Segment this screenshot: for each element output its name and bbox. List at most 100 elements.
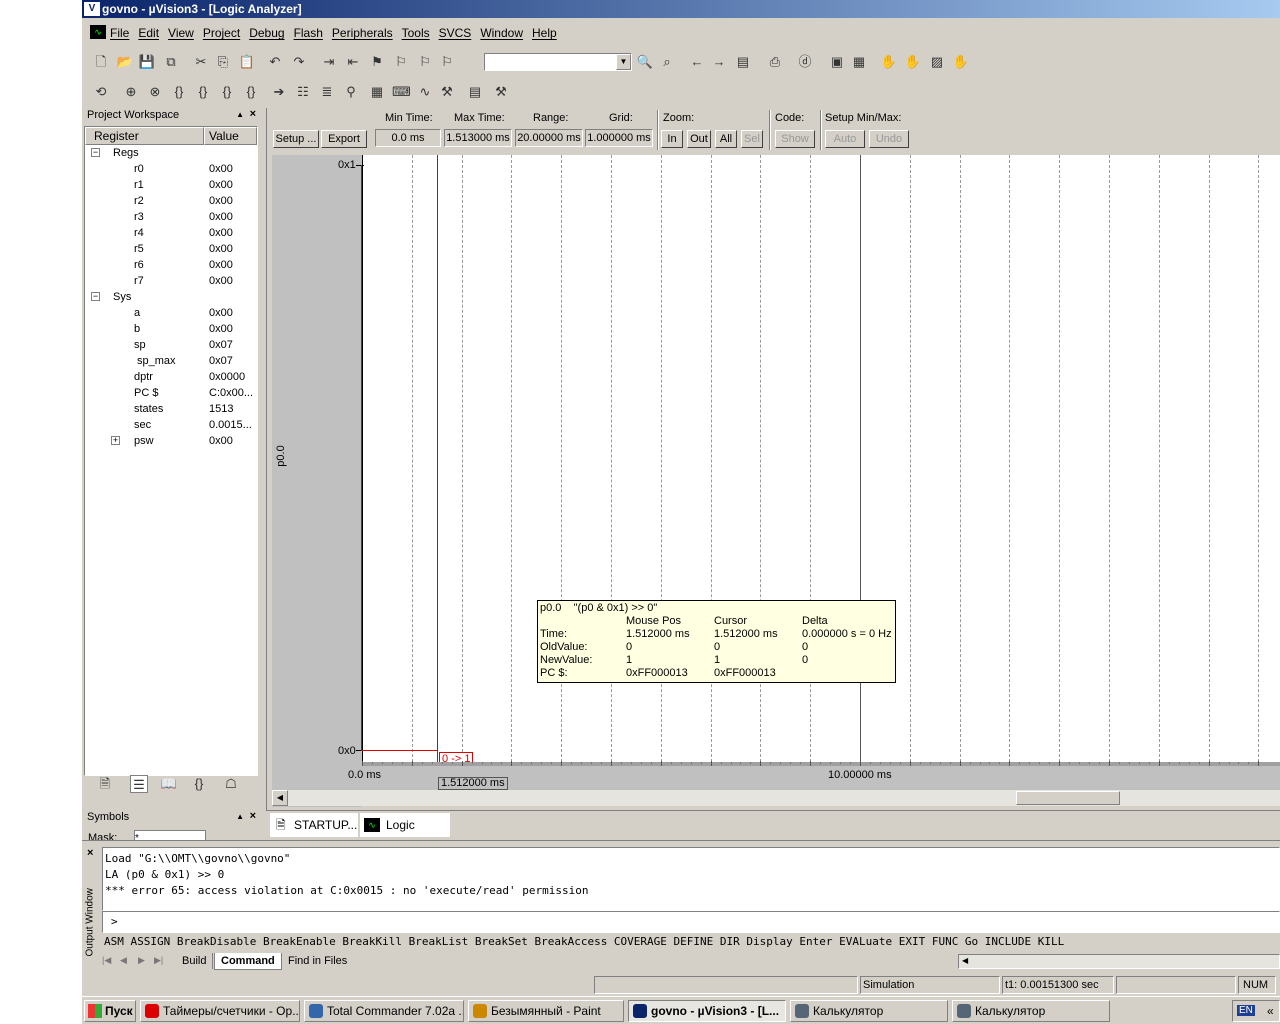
zoom-all-button[interactable]: All — [715, 130, 737, 148]
register-row[interactable]: r2 0x00 — [85, 193, 255, 209]
menu-debug[interactable]: Debug — [249, 26, 284, 40]
hand4-icon[interactable]: ✋ — [952, 53, 970, 71]
templates-tab-icon[interactable]: ☖ — [222, 775, 240, 793]
forward-icon[interactable]: → — [710, 53, 728, 71]
menu-file[interactable]: File — [110, 26, 129, 40]
prev-page-icon[interactable]: ◀ — [120, 955, 127, 966]
output-text[interactable]: Load "G:\\OMT\\govno\\govno" LA (p0 & 0x… — [102, 847, 1280, 911]
collapse-icon[interactable]: − — [91, 148, 100, 157]
find-in-files-icon[interactable]: ⌕ — [658, 53, 676, 71]
outdent-icon[interactable]: ⇤ — [344, 53, 362, 71]
redo-icon[interactable]: ↷ — [290, 53, 308, 71]
watch-icon[interactable]: ⚲ — [342, 83, 360, 101]
view-icon[interactable]: ▦ — [850, 53, 868, 71]
reset-icon[interactable]: ⟲ — [92, 83, 110, 101]
undo-icon[interactable]: ↶ — [266, 53, 284, 71]
tree-group-regs[interactable]: − Regs — [85, 145, 255, 161]
files-tab-icon[interactable]: 🗎 — [96, 775, 114, 793]
output-hscroll[interactable]: ◀ — [958, 954, 1280, 969]
auto-button[interactable]: Auto — [825, 130, 865, 148]
debug-session-icon[interactable]: ⓓ — [796, 53, 814, 71]
step-over-icon[interactable]: {} — [194, 83, 212, 101]
taskbar-item[interactable]: Total Commander 7.02a ... — [304, 1000, 464, 1022]
column-header-value[interactable]: Value — [204, 127, 257, 145]
zoom-sel-button[interactable]: Sel — [741, 130, 763, 148]
register-row[interactable]: sp_max 0x07 — [85, 353, 255, 369]
functions-tab-icon[interactable]: {} — [190, 775, 208, 793]
hand3-icon[interactable]: ▨ — [928, 53, 946, 71]
mask-input[interactable] — [134, 830, 206, 840]
cut-icon[interactable]: ✂ — [192, 53, 210, 71]
hammer-icon[interactable]: ⚒ — [492, 83, 510, 101]
collapse-icon[interactable]: − — [91, 292, 100, 301]
taskbar-item[interactable]: Калькулятор — [952, 1000, 1110, 1022]
command-input[interactable]: > — [102, 911, 1280, 933]
menu-project[interactable]: Project — [203, 26, 240, 40]
tree-group-sys[interactable]: − Sys — [85, 289, 255, 305]
disassembly-icon[interactable]: ☷ — [294, 83, 312, 101]
register-row[interactable]: r4 0x00 — [85, 225, 255, 241]
new-file-icon[interactable]: 🗋 — [92, 53, 110, 71]
books-tab-icon[interactable]: 📖 — [160, 775, 178, 793]
menu-view[interactable]: View — [168, 26, 194, 40]
code-show-button[interactable]: Show — [775, 130, 815, 148]
bookmark-toggle-icon[interactable]: ⚑ — [368, 53, 386, 71]
code-icon[interactable]: ≣ — [318, 83, 336, 101]
taskbar-item[interactable]: Калькулятор — [790, 1000, 948, 1022]
run-icon[interactable]: ⊕ — [122, 83, 140, 101]
indent-icon[interactable]: ⇥ — [320, 53, 338, 71]
scroll-left-icon[interactable]: ◀ — [962, 956, 968, 965]
register-row[interactable]: dptr 0x0000 — [85, 369, 255, 385]
register-row[interactable]: b 0x00 — [85, 321, 255, 337]
register-row[interactable]: + psw 0x00 — [85, 433, 255, 449]
hand2-icon[interactable]: ✋ — [904, 53, 922, 71]
register-row[interactable]: r3 0x00 — [85, 209, 255, 225]
tab-build[interactable]: Build — [176, 953, 214, 969]
close-icon[interactable]: × — [87, 847, 93, 859]
column-header-register[interactable]: Register — [85, 127, 204, 145]
taskbar-item[interactable]: Таймеры/счетчики - Op... — [140, 1000, 300, 1022]
regs-tab-icon[interactable]: ☰ — [130, 775, 148, 793]
open-folder-icon[interactable]: 📂 — [116, 53, 134, 71]
tab-command[interactable]: Command — [214, 953, 282, 970]
pin-icon[interactable]: ▲ — [236, 810, 244, 824]
menu-peripherals[interactable]: Peripherals — [332, 26, 393, 40]
next-page-icon[interactable]: ▶ — [138, 955, 145, 966]
register-row[interactable]: sp 0x07 — [85, 337, 255, 353]
save-all-icon[interactable]: ⧉ — [162, 53, 180, 71]
tab-find-in-files[interactable]: Find in Files — [282, 953, 353, 969]
last-page-icon[interactable]: ▶| — [154, 955, 163, 966]
menu-edit[interactable]: Edit — [138, 26, 159, 40]
logic-analyzer-icon[interactable]: ∿ — [416, 83, 434, 101]
menu-window[interactable]: Window — [480, 26, 523, 40]
tray-expand-icon[interactable]: « — [1267, 1004, 1274, 1018]
language-indicator[interactable]: EN — [1237, 1005, 1255, 1016]
stop-icon[interactable]: ⊗ — [146, 83, 164, 101]
browse-icon[interactable]: ▤ — [734, 53, 752, 71]
register-row[interactable]: r6 0x00 — [85, 257, 255, 273]
memory-icon[interactable]: ▦ — [368, 83, 386, 101]
menu-svcs[interactable]: SVCS — [439, 26, 472, 40]
title-bar[interactable]: Vgovno - µVision3 - [Logic Analyzer] — [82, 0, 1280, 18]
toolbox-icon[interactable]: ⚒ — [438, 83, 456, 101]
expand-icon[interactable]: + — [111, 436, 120, 445]
register-row[interactable]: r5 0x00 — [85, 241, 255, 257]
hand1-icon[interactable]: ✋ — [880, 53, 898, 71]
taskbar-item[interactable]: Безымянный - Paint — [468, 1000, 624, 1022]
print-icon[interactable]: ⎙ — [766, 53, 784, 71]
bookmark-clear-icon[interactable]: ⚐ — [438, 53, 456, 71]
perf-icon[interactable]: ▤ — [466, 83, 484, 101]
register-row[interactable]: a 0x00 — [85, 305, 255, 321]
menu-tools[interactable]: Tools — [402, 26, 430, 40]
close-icon[interactable]: × — [250, 107, 256, 121]
register-row[interactable]: r7 0x00 — [85, 273, 255, 289]
setup-button[interactable]: Setup ... — [273, 130, 319, 148]
step-out-icon[interactable]: {} — [218, 83, 236, 101]
serial-icon[interactable]: ⌨ — [392, 83, 411, 101]
scroll-thumb[interactable] — [1016, 791, 1120, 805]
zoom-out-button[interactable]: Out — [687, 130, 711, 148]
find-combo[interactable]: ▼ — [484, 53, 632, 71]
run-to-cursor-icon[interactable]: {} — [242, 83, 260, 101]
bookmark-next-icon[interactable]: ⚐ — [416, 53, 434, 71]
horizontal-scrollbar[interactable]: ◀ — [272, 790, 1280, 806]
